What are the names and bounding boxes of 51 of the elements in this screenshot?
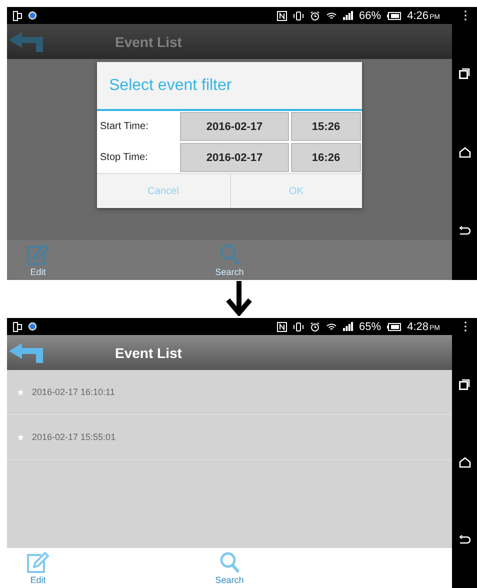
edit-button[interactable]: Edit [26, 552, 50, 584]
recents-icon [459, 68, 470, 79]
home-icon [458, 456, 470, 468]
edit-icon [26, 244, 50, 266]
time-label: Stop Time: [99, 151, 149, 165]
home-icon [458, 147, 470, 158]
star-icon [17, 434, 24, 440]
time-label: Start Time: [99, 120, 150, 134]
event-timestamp: 2016-02-17 15:55:01 [32, 432, 116, 442]
date-picker-button[interactable]: 2016-02-17 [180, 112, 289, 141]
event-row[interactable]: 2016-02-17 15:55:01 [7, 415, 452, 460]
back-icon [458, 534, 470, 544]
more-menu-icon [464, 321, 467, 332]
nfc-icon [277, 10, 288, 20]
circle-app-icon [28, 322, 37, 331]
signal-icon [343, 322, 354, 331]
event-row[interactable]: 2016-02-17 16:10:11 [7, 370, 452, 415]
wifi-icon [326, 10, 338, 20]
battery-percent: 66% [359, 10, 382, 22]
screen-title: Event List [115, 344, 182, 360]
down-arrow-icon [226, 280, 252, 316]
device-icon [13, 10, 22, 20]
battery-icon [387, 12, 402, 20]
time-picker-button[interactable]: 15:26 [291, 112, 361, 141]
recents-icon [459, 378, 470, 390]
time-picker-button[interactable]: 16:26 [291, 143, 361, 172]
device-icon [13, 322, 22, 332]
date-picker-button[interactable]: 2016-02-17 [180, 143, 289, 172]
search-button[interactable]: Search [215, 552, 244, 584]
screen-title: Event List [115, 34, 182, 50]
alarm-icon [310, 10, 320, 20]
vibrate-icon [293, 322, 304, 332]
status-time: 4:28 [407, 320, 428, 332]
edit-button[interactable]: Edit [26, 244, 50, 276]
battery-icon [387, 322, 402, 330]
search-button[interactable]: Search [215, 244, 244, 276]
circle-app-icon [28, 11, 37, 20]
nfc-icon [277, 322, 288, 332]
battery-percent: 65% [359, 320, 382, 332]
wifi-icon [326, 322, 338, 332]
more-menu-icon [464, 10, 467, 21]
signal-icon [343, 11, 354, 20]
back-icon [458, 226, 470, 236]
edit-icon [26, 552, 50, 574]
status-time: 4:26 [407, 10, 428, 22]
search-icon [220, 552, 240, 574]
search-icon [220, 244, 240, 266]
star-icon [17, 388, 24, 396]
event-timestamp: 2016-02-17 16:10:11 [32, 387, 115, 397]
vibrate-icon [293, 10, 304, 20]
alarm-icon [310, 322, 320, 332]
